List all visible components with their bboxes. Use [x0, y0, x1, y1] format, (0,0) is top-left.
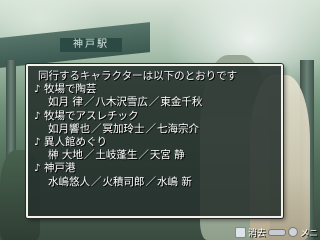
menu-label: メニ [299, 228, 318, 239]
location-line: ♪ 神戸港 [34, 162, 275, 175]
erase-label: 消去 [247, 228, 266, 239]
names-line: 如月 律／八木沢雪広／東金千秋 [34, 96, 275, 109]
character-name: 榊 大地 [48, 149, 83, 162]
name-separator: ／ [91, 175, 102, 188]
square-button-icon [234, 226, 246, 238]
character-name: 土岐蓬生 [95, 149, 138, 162]
character-name: 如月 律 [48, 96, 83, 109]
location-label: 異人館めぐり [44, 135, 107, 148]
character-name: 火積司郎 [102, 175, 145, 188]
names-line: 如月響也／冥加玲士／七海宗介 [34, 123, 275, 136]
button-hints: 消去 メニ [234, 225, 318, 239]
name-separator: ／ [145, 122, 157, 135]
name-separator: ／ [148, 96, 160, 109]
character-name: 如月響也 [48, 122, 90, 135]
music-note-icon: ♪ [34, 163, 41, 175]
menu-hint[interactable]: メニ [267, 226, 318, 239]
name-separator: ／ [83, 96, 95, 109]
circle-button-icon [287, 227, 298, 237]
location-line: ♪ 牧場で陶芸 [34, 83, 275, 96]
location-label: 牧場で陶芸 [44, 83, 97, 96]
name-separator: ／ [145, 175, 157, 188]
station-sign: 神戸駅 [60, 38, 122, 52]
name-separator: ／ [91, 122, 102, 135]
message-window[interactable]: 同行するキャラクターは以下のとおりです ♪ 牧場で陶芸 如月 律／八木沢雪広／東金… [26, 64, 283, 218]
character-name: 水嶋 新 [157, 175, 192, 188]
music-note-icon: ♪ [34, 110, 41, 122]
location-label: 神戸港 [44, 162, 76, 175]
location-label: 牧場でアスレチック [44, 109, 139, 122]
music-note-icon: ♪ [34, 136, 41, 148]
character-name: 八木沢雪広 [95, 96, 148, 109]
character-name: 水嶋悠人 [48, 175, 90, 188]
select-button-icon [267, 228, 286, 236]
names-line: 榊 大地／土岐蓬生／天宮 静 [34, 149, 275, 162]
character-name: 冥加玲士 [102, 122, 145, 135]
dialog-header: 同行するキャラクターは以下のとおりです [38, 70, 238, 82]
location-line: ♪ 異人館めぐり [34, 136, 275, 149]
erase-hint[interactable]: 消去 [234, 226, 266, 239]
name-separator: ／ [138, 149, 149, 162]
name-separator: ／ [83, 149, 95, 162]
character-name: 七海宗介 [157, 122, 199, 135]
location-line: ♪ 牧場でアスレチック [34, 110, 275, 123]
character-name: 天宮 静 [149, 149, 185, 162]
names-line: 水嶋悠人／火積司郎／水嶋 新 [34, 176, 275, 189]
music-note-icon: ♪ [34, 84, 41, 96]
character-name: 東金千秋 [160, 96, 203, 109]
